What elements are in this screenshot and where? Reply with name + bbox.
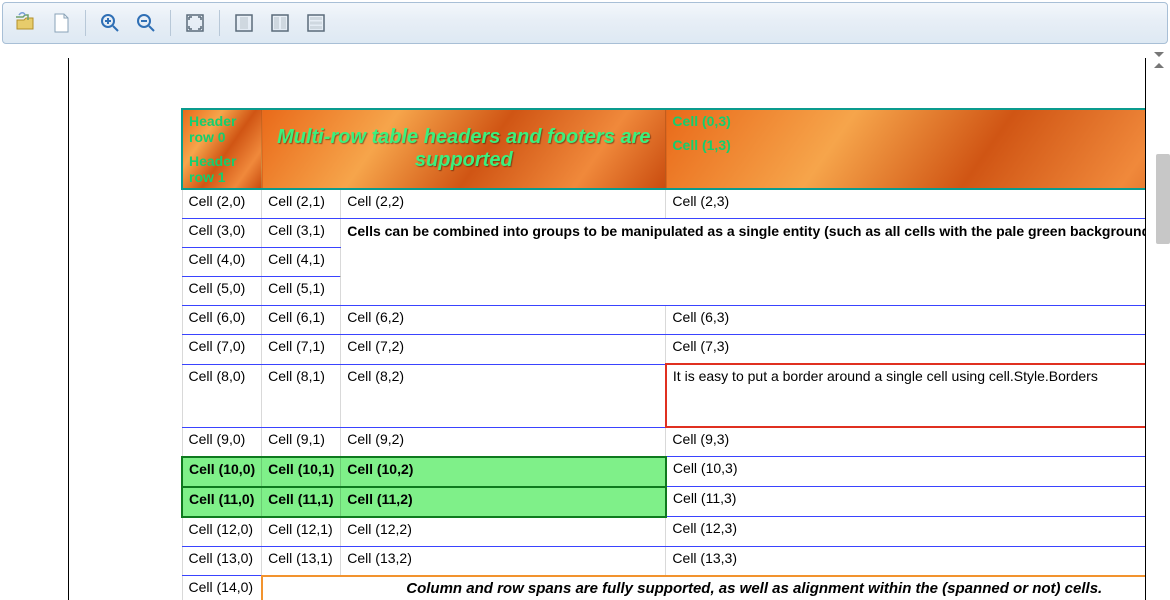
cell: Cell (13,0)	[182, 546, 262, 576]
cell: Cell (11,1)	[262, 487, 341, 517]
single-page-button[interactable]	[228, 7, 260, 39]
cell: Cell (12,3)	[666, 517, 1146, 547]
cell: Cell (7,0)	[182, 335, 262, 365]
cell: Cell (2,0)	[182, 189, 262, 219]
cell: Cell (3,1)	[262, 219, 341, 248]
cell: Cell (10,1)	[262, 457, 341, 487]
toolbar-separator	[219, 10, 220, 36]
cell: Cell (14,0)	[182, 576, 262, 600]
header-cell-0-3: Cell (0,3)	[672, 113, 1146, 129]
zoom-in-button[interactable]	[94, 7, 126, 39]
cell: Cell (13,1)	[262, 546, 341, 576]
header-row0: Header row 0	[189, 113, 255, 145]
cell: Cell (8,1)	[262, 364, 341, 427]
cell: Cell (3,0)	[182, 219, 262, 248]
cell: Cell (5,0)	[182, 277, 262, 306]
cell: Cell (9,3)	[666, 427, 1146, 457]
red-border-callout: It is easy to put a border around a sing…	[666, 364, 1146, 427]
scrollbar-thumb[interactable]	[1156, 154, 1170, 244]
panel-collapse[interactable]	[1154, 52, 1164, 68]
cell: Cell (2,2)	[341, 189, 666, 219]
new-page-button[interactable]	[45, 7, 77, 39]
chevron-up-icon	[1154, 63, 1164, 68]
orange-span-callout: Column and row spans are fully supported…	[262, 576, 1146, 600]
two-page-button[interactable]	[264, 7, 296, 39]
toolbar	[2, 2, 1168, 44]
viewport: Header row 0 Header row 1 Multi-row tabl…	[0, 46, 1170, 600]
cell: Cell (9,2)	[341, 427, 666, 457]
cell: Cell (10,3)	[666, 457, 1146, 487]
chevron-down-icon	[1154, 52, 1164, 57]
cell: Cell (9,0)	[182, 427, 262, 457]
green-group-callout: Cells can be combined into groups to be …	[341, 219, 1146, 306]
document-page: Header row 0 Header row 1 Multi-row tabl…	[68, 58, 1146, 600]
cell: Cell (12,0)	[182, 517, 262, 547]
sample-table: Header row 0 Header row 1 Multi-row tabl…	[181, 108, 1146, 600]
cell: Cell (11,3)	[666, 487, 1146, 517]
cell: Cell (2,3)	[666, 189, 1146, 219]
cell: Cell (7,3)	[666, 335, 1146, 365]
cell: Cell (9,1)	[262, 427, 341, 457]
cell: Cell (2,1)	[262, 189, 341, 219]
cell: Cell (4,1)	[262, 248, 341, 277]
cell: Cell (10,0)	[182, 457, 262, 487]
toolbar-separator	[170, 10, 171, 36]
cell: Cell (4,0)	[182, 248, 262, 277]
zoom-out-button[interactable]	[130, 7, 162, 39]
cell: Cell (6,2)	[341, 306, 666, 335]
header-title: Multi-row table headers and footers are …	[262, 109, 666, 189]
cell: Cell (10,2)	[341, 457, 666, 487]
header-cell-1-3: Cell (1,3)	[672, 137, 1146, 153]
cell: Cell (8,2)	[341, 364, 666, 427]
toolbar-separator	[85, 10, 86, 36]
open-file-button[interactable]	[9, 7, 41, 39]
cell: Cell (12,2)	[341, 517, 666, 547]
scrollbar[interactable]	[1156, 142, 1170, 282]
fit-page-button[interactable]	[179, 7, 211, 39]
header-row1: Header row 1	[189, 153, 255, 185]
cell: Cell (8,0)	[182, 364, 262, 427]
cell: Cell (6,1)	[262, 306, 341, 335]
cell: Cell (11,0)	[182, 487, 262, 517]
cell: Cell (6,0)	[182, 306, 262, 335]
cell: Cell (13,2)	[341, 546, 666, 576]
continuous-page-button[interactable]	[300, 7, 332, 39]
cell: Cell (12,1)	[262, 517, 341, 547]
cell: Cell (11,2)	[341, 487, 666, 517]
cell: Cell (7,2)	[341, 335, 666, 365]
cell: Cell (6,3)	[666, 306, 1146, 335]
cell: Cell (13,3)	[666, 546, 1146, 576]
cell: Cell (5,1)	[262, 277, 341, 306]
cell: Cell (7,1)	[262, 335, 341, 365]
